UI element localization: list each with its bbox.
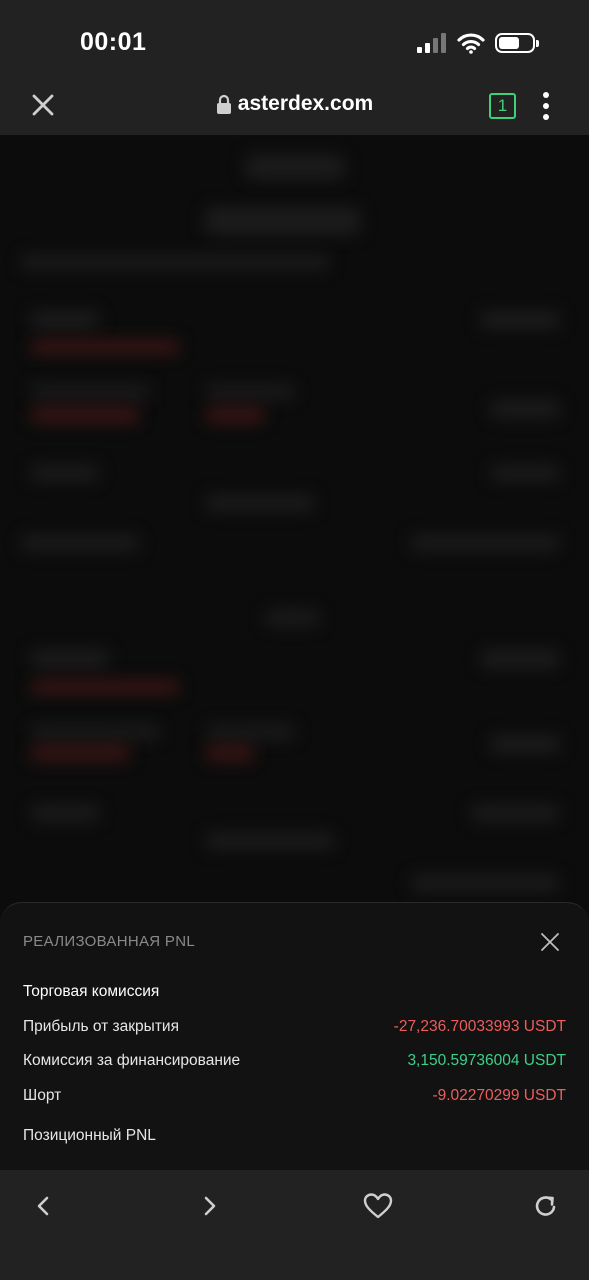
row-value: -9.02270299 USDT bbox=[432, 1087, 566, 1104]
url-text: asterdex.com bbox=[237, 92, 374, 115]
battery-icon bbox=[495, 33, 539, 53]
lock-icon bbox=[216, 94, 231, 114]
pnl-row-funding-fee: Комиссия за финансирование 3,150.5973600… bbox=[23, 1052, 566, 1070]
reload-button[interactable] bbox=[528, 1188, 564, 1224]
favorite-heart-icon bbox=[363, 1193, 393, 1219]
status-bar: 00:01 bbox=[0, 0, 589, 80]
close-icon[interactable] bbox=[538, 930, 562, 954]
favorite-button[interactable] bbox=[360, 1188, 396, 1224]
sheet-title: РЕАЛИЗОВАННАЯ PNL bbox=[23, 933, 195, 950]
row-label: Позиционный PNL bbox=[23, 1127, 156, 1144]
back-icon bbox=[37, 1196, 49, 1216]
cellular-signal-icon bbox=[417, 33, 447, 53]
forward-button[interactable] bbox=[192, 1188, 228, 1224]
pnl-row-position-pnl: Позиционный PNL bbox=[23, 1127, 566, 1145]
forward-icon bbox=[204, 1196, 216, 1216]
row-label: Торговая комиссия bbox=[23, 983, 160, 1000]
realized-pnl-sheet: РЕАЛИЗОВАННАЯ PNL Торговая комиссия Приб… bbox=[0, 902, 589, 1170]
reload-icon bbox=[535, 1196, 556, 1216]
row-value: 3,150.59736004 USDT bbox=[407, 1052, 566, 1069]
wifi-icon bbox=[457, 33, 485, 54]
back-button[interactable] bbox=[25, 1188, 61, 1224]
status-time: 00:01 bbox=[80, 28, 147, 56]
browser-toolbar: asterdex.com 1 bbox=[0, 80, 589, 135]
tabs-button[interactable]: 1 bbox=[489, 93, 516, 119]
row-label: Комиссия за финансирование bbox=[23, 1052, 241, 1069]
pnl-row-trading-fee: Торговая комиссия bbox=[23, 983, 566, 1001]
more-vertical-icon[interactable] bbox=[540, 92, 552, 120]
pnl-row-closing-profit: Прибыль от закрытия -27,236.70033993 USD… bbox=[23, 1018, 566, 1036]
tab-count: 1 bbox=[497, 96, 508, 115]
pnl-row-short: Шорт -9.02270299 USDT bbox=[23, 1087, 566, 1105]
row-label: Прибыль от закрытия bbox=[23, 1018, 179, 1035]
row-label: Шорт bbox=[23, 1087, 62, 1104]
row-value: -27,236.70033993 USDT bbox=[393, 1018, 566, 1035]
browser-bottom-bar bbox=[0, 1170, 589, 1280]
status-icons bbox=[417, 32, 539, 54]
